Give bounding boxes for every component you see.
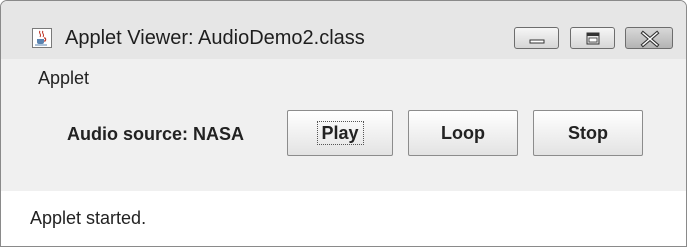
applet-panel: Audio source: NASA Play Loop Stop [1, 99, 686, 191]
maximize-button[interactable] [570, 27, 615, 49]
focus-indicator [317, 121, 364, 145]
window-title: Applet Viewer: AudioDemo2.class [65, 27, 365, 49]
menu-bar: Applet [1, 59, 686, 99]
minimize-button[interactable] [514, 27, 559, 49]
minimize-icon [529, 39, 545, 44]
close-button[interactable] [625, 27, 673, 49]
status-text: Applet started. [30, 208, 147, 228]
loop-button[interactable]: Loop [408, 110, 518, 156]
status-bar: Applet started. [1, 191, 686, 246]
applet-viewer-window: Applet Viewer: AudioDemo2.class Applet A… [0, 0, 687, 247]
close-icon [640, 30, 660, 48]
java-cup-icon [32, 28, 52, 48]
maximize-icon [586, 32, 600, 45]
title-bar[interactable]: Applet Viewer: AudioDemo2.class [1, 1, 686, 59]
stop-button[interactable]: Stop [533, 110, 643, 156]
play-button[interactable]: Play [287, 110, 393, 156]
audio-source-label: Audio source: NASA [67, 124, 245, 144]
menu-applet[interactable]: Applet [38, 67, 89, 89]
